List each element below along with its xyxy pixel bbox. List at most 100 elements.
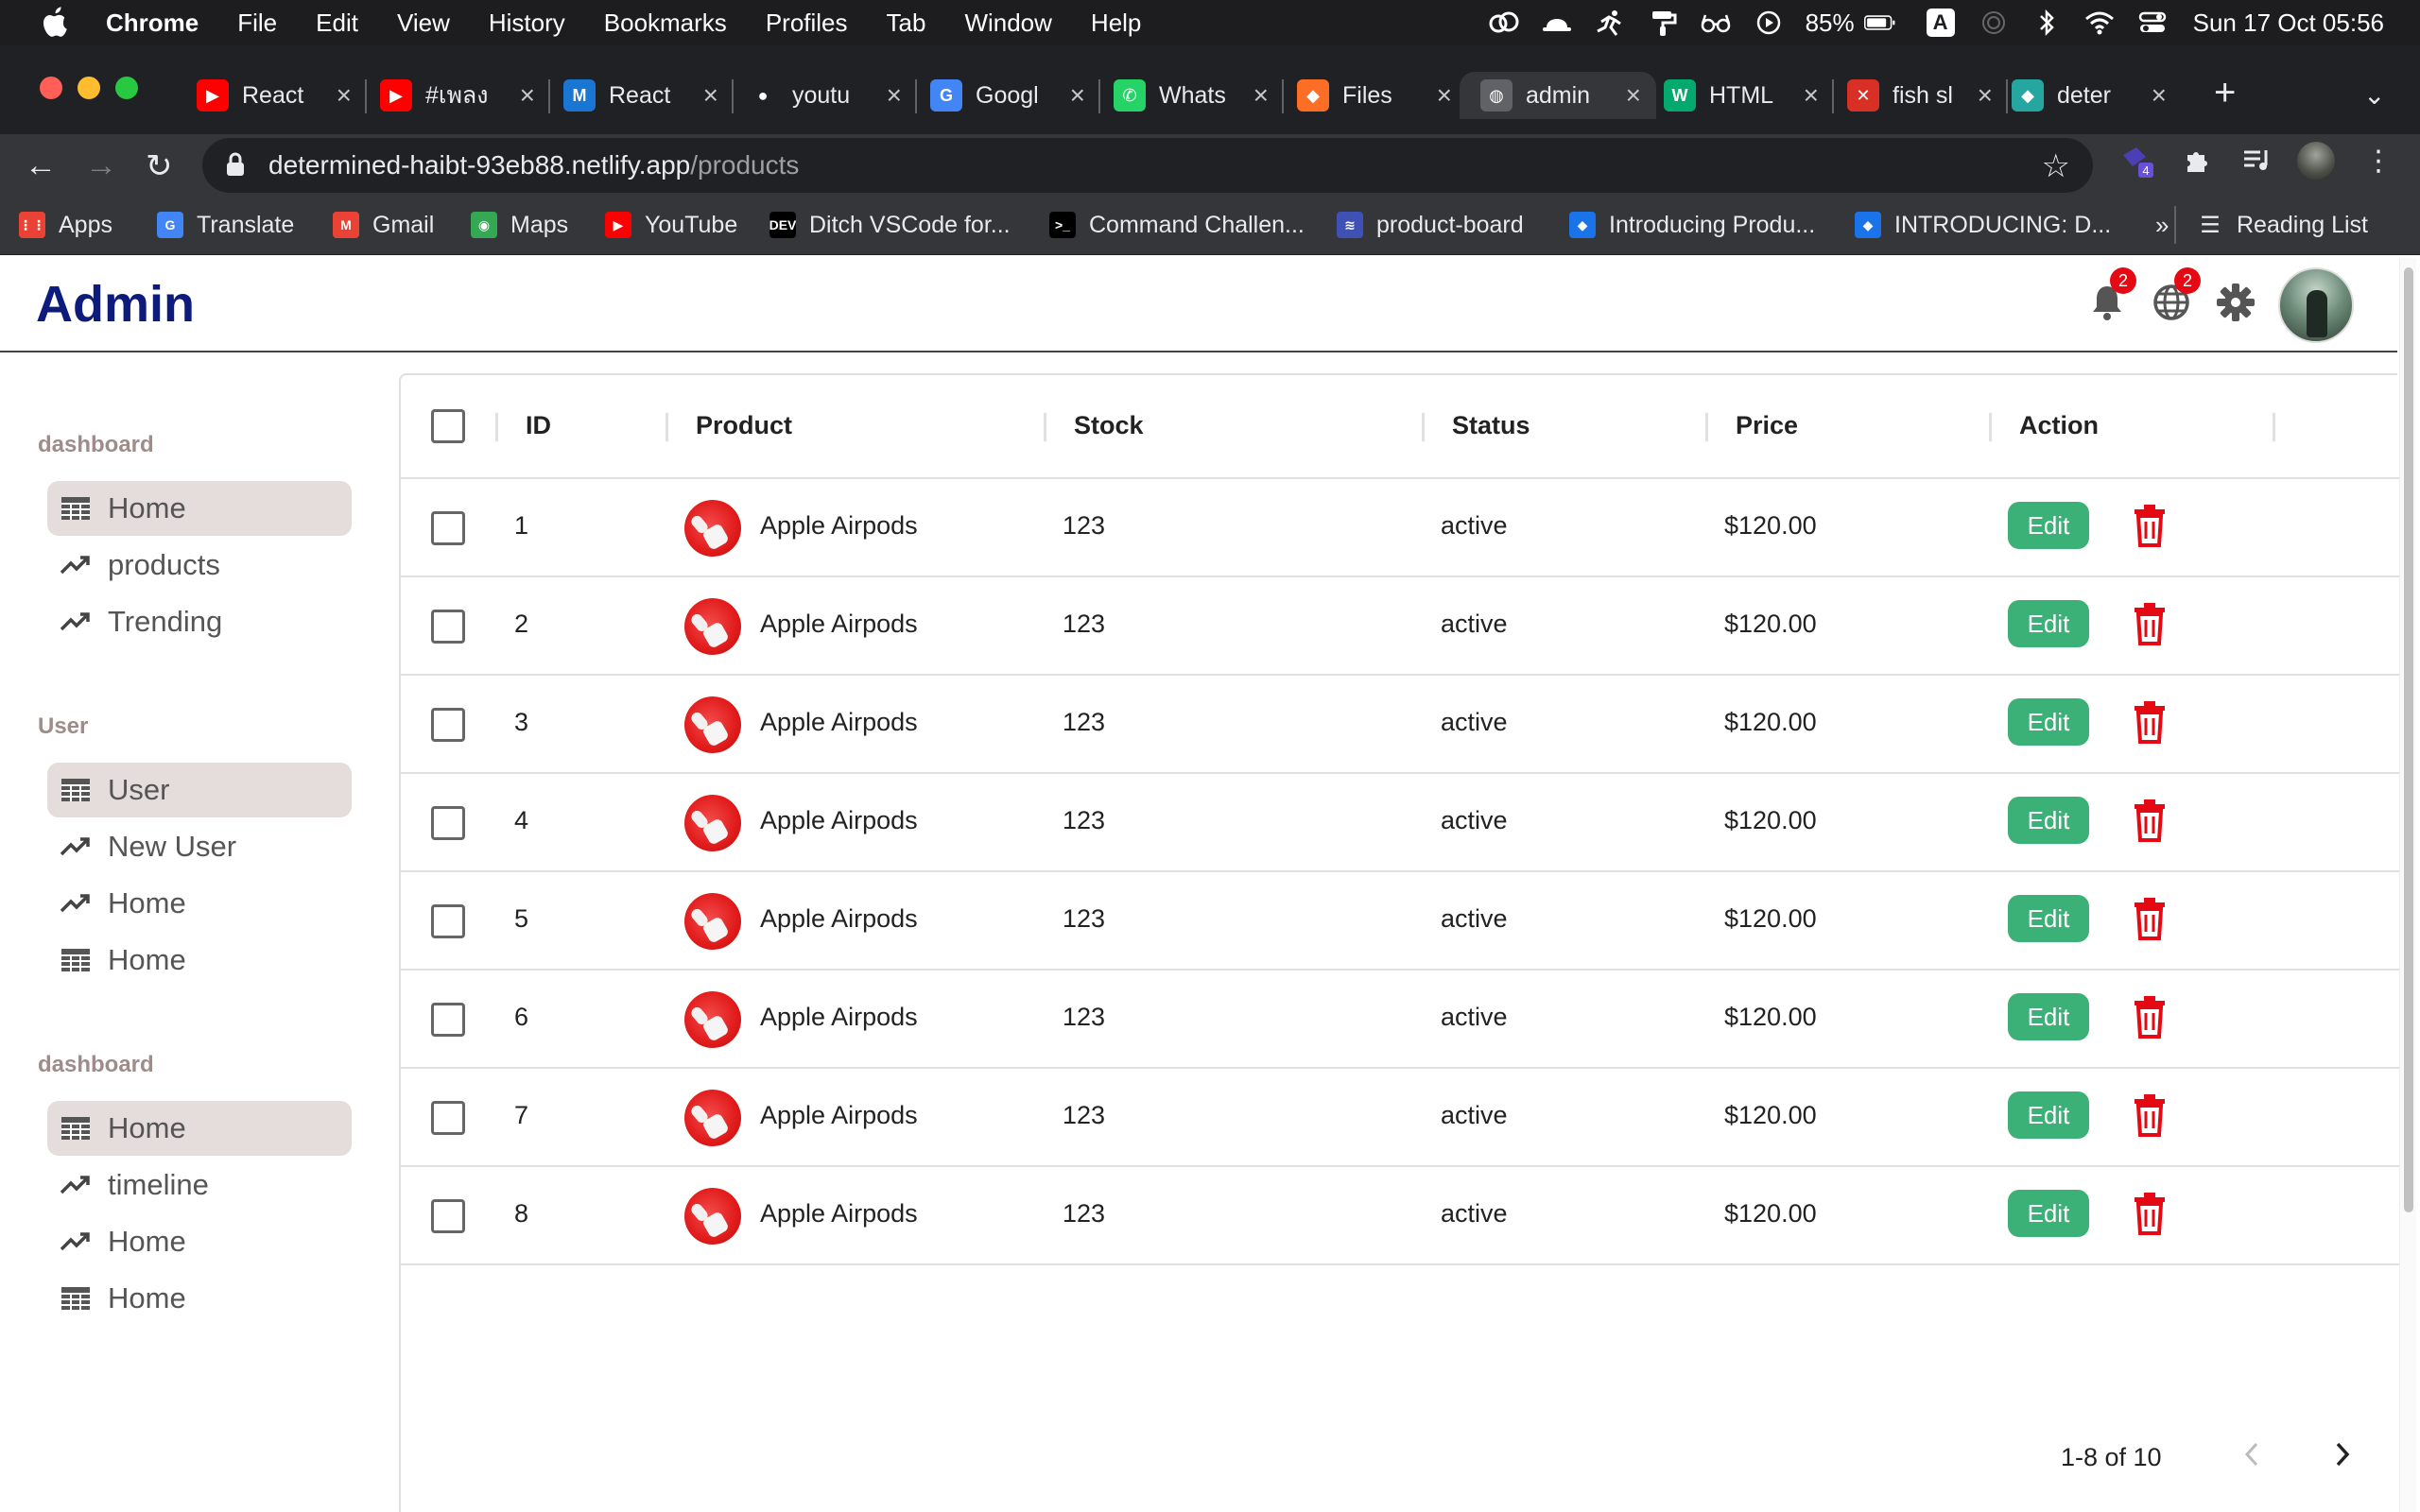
bookmark-item[interactable]: ⋮⋮ Apps [19,206,112,244]
menu-app-name[interactable]: Chrome [106,9,199,38]
menu-bookmarks[interactable]: Bookmarks [604,9,727,38]
row-checkbox[interactable] [431,610,465,644]
row-checkbox[interactable] [431,1101,465,1135]
sidebar-item-home[interactable]: Home [47,1101,352,1156]
next-page-chevron-icon[interactable] [2322,1434,2363,1475]
minimize-window-button[interactable] [78,77,100,99]
sidebar-item-home[interactable]: Home [47,1214,352,1269]
menu-view[interactable]: View [397,9,450,38]
column-separator[interactable] [1422,413,1425,441]
scrollbar-thumb[interactable] [2404,267,2413,1212]
row-checkbox[interactable] [431,806,465,840]
tab-close-icon[interactable]: × [520,80,535,111]
browser-tab[interactable]: ▶ React × [197,72,352,119]
column-header-id[interactable]: ID [526,411,551,440]
delete-trash-icon[interactable] [2133,897,2167,940]
column-separator[interactable] [1705,413,1708,441]
table-row[interactable]: 4 Apple Airpods 123 active $120.00 Edit [401,774,2399,872]
tab-close-icon[interactable]: × [1804,80,1819,111]
edit-button[interactable]: Edit [2008,600,2089,647]
column-separator[interactable] [495,413,498,441]
hat-icon[interactable] [1541,9,1573,37]
menu-edit[interactable]: Edit [316,9,358,38]
url-text[interactable]: determined-haibt-93eb88.netlify.app/prod… [268,150,799,180]
delete-trash-icon[interactable] [2133,1093,2167,1137]
table-row[interactable]: 6 Apple Airpods 123 active $120.00 Edit [401,971,2399,1069]
language-globe-icon[interactable]: 2 [2150,267,2201,324]
menu-window[interactable]: Window [964,9,1051,38]
runner-icon[interactable] [1594,9,1626,37]
browser-tab[interactable]: ● youtu × [747,72,902,119]
chrome-menu-icon[interactable]: ⋮ [2360,142,2397,180]
column-separator[interactable] [666,413,668,441]
tab-search-chevron-icon[interactable]: ⌄ [2363,79,2385,111]
edit-button[interactable]: Edit [2008,698,2089,746]
delete-trash-icon[interactable] [2133,995,2167,1039]
bookmark-item[interactable]: M Gmail [333,206,434,244]
delete-trash-icon[interactable] [2133,799,2167,842]
table-row[interactable]: 7 Apple Airpods 123 active $120.00 Edit [401,1069,2399,1167]
lock-icon[interactable] [225,151,246,178]
wifi-icon[interactable] [2083,9,2116,37]
browser-tab[interactable]: ✕ fish sl × [1847,72,1993,119]
tab-close-icon[interactable]: × [2152,80,2167,111]
apple-icon[interactable] [40,7,68,39]
column-header-status[interactable]: Status [1452,411,1530,440]
bookmark-item[interactable]: ◆ Introducing Produ... [1569,206,1815,244]
bookmarks-overflow-button[interactable]: » [2155,206,2169,244]
table-row[interactable]: 3 Apple Airpods 123 active $120.00 Edit [401,676,2399,774]
delete-trash-icon[interactable] [2133,1192,2167,1235]
browser-tab[interactable]: ◆ Files × [1297,72,1452,119]
sidebar-item-trending[interactable]: Trending [47,594,352,649]
select-all-checkbox[interactable] [431,409,465,443]
bookmark-item[interactable]: ◉ Maps [471,206,568,244]
tab-close-icon[interactable]: × [703,80,718,111]
tab-close-icon[interactable]: × [1437,80,1452,111]
row-checkbox[interactable] [431,1199,465,1233]
browser-tab[interactable]: G Googl × [930,72,1085,119]
column-separator[interactable] [2273,413,2275,441]
paint-roller-icon[interactable] [1647,9,1679,37]
sidebar-item-home[interactable]: Home [47,1271,352,1326]
new-tab-button[interactable]: + [2214,72,2236,114]
media-control-icon[interactable] [2238,142,2276,180]
reading-list-button[interactable]: ☰ Reading List [2174,206,2368,244]
table-row[interactable]: 5 Apple Airpods 123 active $120.00 Edit [401,872,2399,971]
delete-trash-icon[interactable] [2133,602,2167,645]
reload-icon[interactable]: ↻ [146,147,173,185]
sidebar-item-user[interactable]: User [47,763,352,817]
menu-help[interactable]: Help [1091,9,1141,38]
row-checkbox[interactable] [431,511,465,545]
close-window-button[interactable] [40,77,62,99]
column-header-action[interactable]: Action [2019,411,2099,440]
input-source-icon[interactable]: A [1925,9,1957,37]
delete-trash-icon[interactable] [2133,504,2167,547]
browser-tab[interactable]: ◆ deter × [2012,72,2167,119]
edit-button[interactable]: Edit [2008,1190,2089,1237]
zoom-window-button[interactable] [115,77,138,99]
tab-close-icon[interactable]: × [1070,80,1085,111]
edit-button[interactable]: Edit [2008,797,2089,844]
bookmark-item[interactable]: ▶ YouTube [605,206,737,244]
edit-button[interactable]: Edit [2008,993,2089,1040]
menu-file[interactable]: File [237,9,277,38]
row-checkbox[interactable] [431,708,465,742]
column-header-product[interactable]: Product [696,411,792,440]
reading-glasses-icon[interactable] [1700,9,1732,37]
user-avatar[interactable] [2278,267,2354,343]
sidebar-item-timeline[interactable]: timeline [47,1158,352,1212]
app-logo[interactable]: Admin [36,275,195,334]
edit-button[interactable]: Edit [2008,1091,2089,1139]
row-checkbox[interactable] [431,1003,465,1037]
tab-close-icon[interactable]: × [337,80,352,111]
previous-page-chevron-icon[interactable] [2231,1434,2273,1475]
browser-tab[interactable]: W HTML × [1664,72,1819,119]
column-header-price[interactable]: Price [1736,411,1798,440]
fingerprint-icon[interactable] [1978,9,2010,37]
column-separator[interactable] [1989,413,1992,441]
delete-trash-icon[interactable] [2133,700,2167,744]
browser-tab[interactable]: ▶ #เพลง × [380,72,535,119]
tab-close-icon[interactable]: × [1978,80,1993,111]
browser-tab[interactable]: ✆ Whats × [1114,72,1269,119]
address-bar[interactable]: determined-haibt-93eb88.netlify.app/prod… [202,138,2093,193]
